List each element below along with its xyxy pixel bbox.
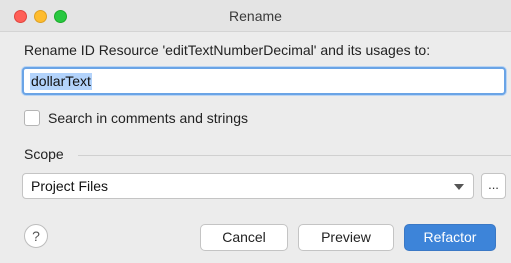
- window-title: Rename: [229, 8, 282, 24]
- scope-divider: [78, 155, 511, 156]
- search-comments-checkbox[interactable]: [24, 110, 40, 126]
- rename-dialog: Rename Rename ID Resource 'editTextNumbe…: [0, 0, 511, 263]
- search-comments-label[interactable]: Search in comments and strings: [48, 110, 248, 126]
- rename-prompt: Rename ID Resource 'editTextNumberDecima…: [24, 42, 431, 58]
- cancel-button[interactable]: Cancel: [200, 224, 288, 251]
- new-name-value[interactable]: dollarText: [30, 73, 92, 90]
- help-icon[interactable]: ?: [24, 224, 48, 248]
- title-bar[interactable]: Rename: [0, 0, 511, 32]
- scope-browse-button[interactable]: ...: [481, 173, 506, 199]
- scope-select[interactable]: Project Files: [22, 173, 474, 199]
- chevron-down-icon[interactable]: [454, 184, 464, 190]
- preview-button[interactable]: Preview: [298, 224, 394, 251]
- scope-selected-value: Project Files: [31, 178, 109, 194]
- refactor-button[interactable]: Refactor: [404, 224, 496, 251]
- new-name-field[interactable]: dollarText: [22, 67, 506, 95]
- scope-label: Scope: [24, 146, 64, 162]
